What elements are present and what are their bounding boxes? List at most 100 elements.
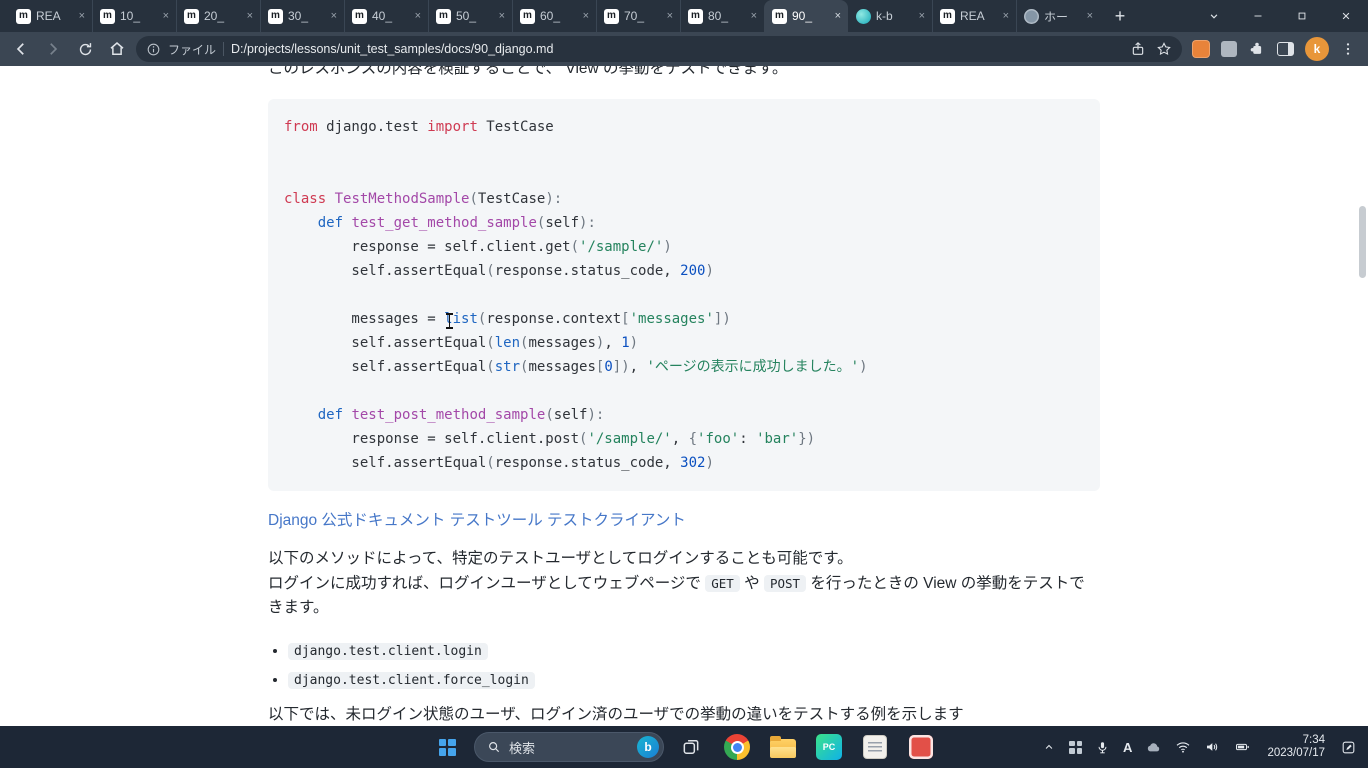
new-tab-button[interactable]: + (1106, 2, 1134, 30)
tab-list: mREA×m10_×m20_×m30_×m40_×m50_×m60_×m70_×… (8, 0, 1100, 32)
browser-tab[interactable]: m 80_ × (680, 0, 764, 32)
tab-close-icon[interactable]: × (414, 10, 422, 22)
tab-label: 50_ (456, 9, 493, 23)
taskbar-search[interactable]: 検索 b (474, 732, 664, 762)
markdown-favicon: m (436, 9, 451, 24)
markdown-favicon: m (940, 9, 955, 24)
reload-icon[interactable] (72, 36, 98, 62)
ime-mode-indicator: A (1123, 740, 1132, 755)
share-icon[interactable] (1130, 41, 1146, 57)
profile-avatar[interactable]: k (1305, 37, 1329, 61)
windows-logo-icon (439, 739, 456, 756)
browser-toolbar: ファイル D:/projects/lessons/unit_test_sampl… (0, 32, 1368, 66)
tab-strip: mREA×m10_×m20_×m30_×m40_×m50_×m60_×m70_×… (0, 0, 1368, 32)
browser-tab[interactable]: k-b× (848, 0, 932, 32)
side-panel-icon[interactable] (1277, 42, 1294, 56)
home-icon[interactable] (104, 36, 130, 62)
globe-favicon (1024, 9, 1039, 24)
tab-close-icon[interactable]: × (582, 10, 590, 22)
tab-close-icon[interactable]: × (246, 10, 254, 22)
wifi-icon (1175, 739, 1191, 755)
browser-tab[interactable]: mREA× (8, 0, 92, 32)
windows-taskbar: 検索 b PC A (0, 726, 1368, 768)
inline-code-post: POST (764, 575, 806, 592)
browser-tab[interactable]: m20_× (176, 0, 260, 32)
battery-icon (1233, 739, 1252, 755)
chrome-icon (724, 734, 750, 760)
menu-kebab-icon[interactable] (1340, 41, 1356, 57)
browser-tab[interactable]: m40_× (344, 0, 428, 32)
back-icon[interactable] (8, 36, 34, 62)
tab-label: 90_ (792, 9, 829, 23)
tab-close-icon[interactable]: × (78, 10, 86, 22)
browser-tab[interactable]: ホー × (1016, 0, 1100, 32)
start-button[interactable] (428, 728, 466, 766)
onedrive-tray-button[interactable] (1140, 730, 1167, 764)
address-bar[interactable]: ファイル D:/projects/lessons/unit_test_sampl… (136, 36, 1182, 62)
tab-close-icon[interactable]: × (666, 10, 674, 22)
microphone-tray-button[interactable] (1090, 730, 1115, 764)
url-scheme-label: ファイル (168, 41, 216, 58)
tab-close-icon[interactable]: × (750, 10, 758, 22)
tab-close-icon[interactable]: × (162, 10, 170, 22)
tab-label: 80_ (708, 9, 745, 23)
chevron-up-icon (1042, 740, 1056, 754)
tray-grid-icon (1069, 741, 1082, 754)
page-info-icon[interactable] (146, 42, 161, 57)
tab-close-icon[interactable]: × (1086, 10, 1094, 22)
file-explorer-button[interactable] (764, 728, 802, 766)
browser-tab[interactable]: m30_× (260, 0, 344, 32)
django-docs-link[interactable]: Django 公式ドキュメント テストツール テストクライアント (268, 509, 1100, 533)
tab-label: 20_ (204, 9, 241, 23)
notepad-button[interactable] (856, 728, 894, 766)
minimize-button[interactable] (1236, 0, 1280, 32)
ime-pad-button[interactable] (1335, 730, 1362, 764)
hidden-icons-button[interactable] (1037, 730, 1061, 764)
tab-label: REA (960, 9, 997, 23)
browser-tab[interactable]: m60_× (512, 0, 596, 32)
taskbar-clock[interactable]: 7:34 2023/07/17 (1260, 734, 1332, 761)
extensions-puzzle-icon[interactable] (1248, 40, 1266, 58)
maximize-button[interactable] (1280, 0, 1324, 32)
markdown-favicon: m (16, 9, 31, 24)
markdown-favicon: m (100, 9, 115, 24)
teal-favicon (856, 9, 871, 24)
tab-close-icon[interactable]: × (918, 10, 926, 22)
browser-tab[interactable]: m 50_ × (428, 0, 512, 32)
volume-tray-button[interactable] (1199, 730, 1225, 764)
forward-icon[interactable] (40, 36, 66, 62)
extension-icon-orange[interactable] (1192, 40, 1210, 58)
chrome-taskbar-button[interactable] (718, 728, 756, 766)
red-app-icon (909, 735, 933, 759)
list-item: django.test.client.force_login (288, 666, 1100, 695)
inline-code-get: GET (705, 575, 740, 592)
tray-app-button[interactable] (1064, 730, 1087, 764)
tab-search-icon[interactable] (1192, 0, 1236, 32)
browser-tab[interactable]: m10_× (92, 0, 176, 32)
battery-tray-button[interactable] (1228, 730, 1257, 764)
extension-icon-gray[interactable] (1221, 41, 1237, 57)
browser-tab[interactable]: m REA × (932, 0, 1016, 32)
clock-date: 2023/07/17 (1267, 747, 1325, 761)
close-button[interactable] (1324, 0, 1368, 32)
tab-close-icon[interactable]: × (1002, 10, 1010, 22)
markdown-favicon: m (688, 9, 703, 24)
browser-tab[interactable]: m70_× (596, 0, 680, 32)
tab-label: ホー (1044, 8, 1081, 25)
pycharm-button[interactable]: PC (810, 728, 848, 766)
task-view-button[interactable] (672, 728, 710, 766)
tab-close-icon[interactable]: × (498, 10, 506, 22)
tab-label: 70_ (624, 9, 661, 23)
url-text[interactable]: D:/projects/lessons/unit_test_samples/do… (231, 42, 1123, 56)
red-app-button[interactable] (902, 728, 940, 766)
task-view-icon (681, 737, 701, 757)
tab-close-icon[interactable]: × (330, 10, 338, 22)
browser-tab[interactable]: m90_× (764, 0, 848, 32)
paragraph-text: 以下のメソッドによって、特定のテストユーザとしてログインすることも可能です。 (268, 550, 853, 567)
ime-mode-button[interactable]: A (1118, 730, 1137, 764)
bookmark-star-icon[interactable] (1156, 41, 1172, 57)
wifi-tray-button[interactable] (1170, 730, 1196, 764)
vertical-scrollbar-thumb[interactable] (1359, 206, 1366, 278)
inline-code: django.test.client.login (288, 643, 488, 660)
tab-close-icon[interactable]: × (834, 10, 842, 22)
